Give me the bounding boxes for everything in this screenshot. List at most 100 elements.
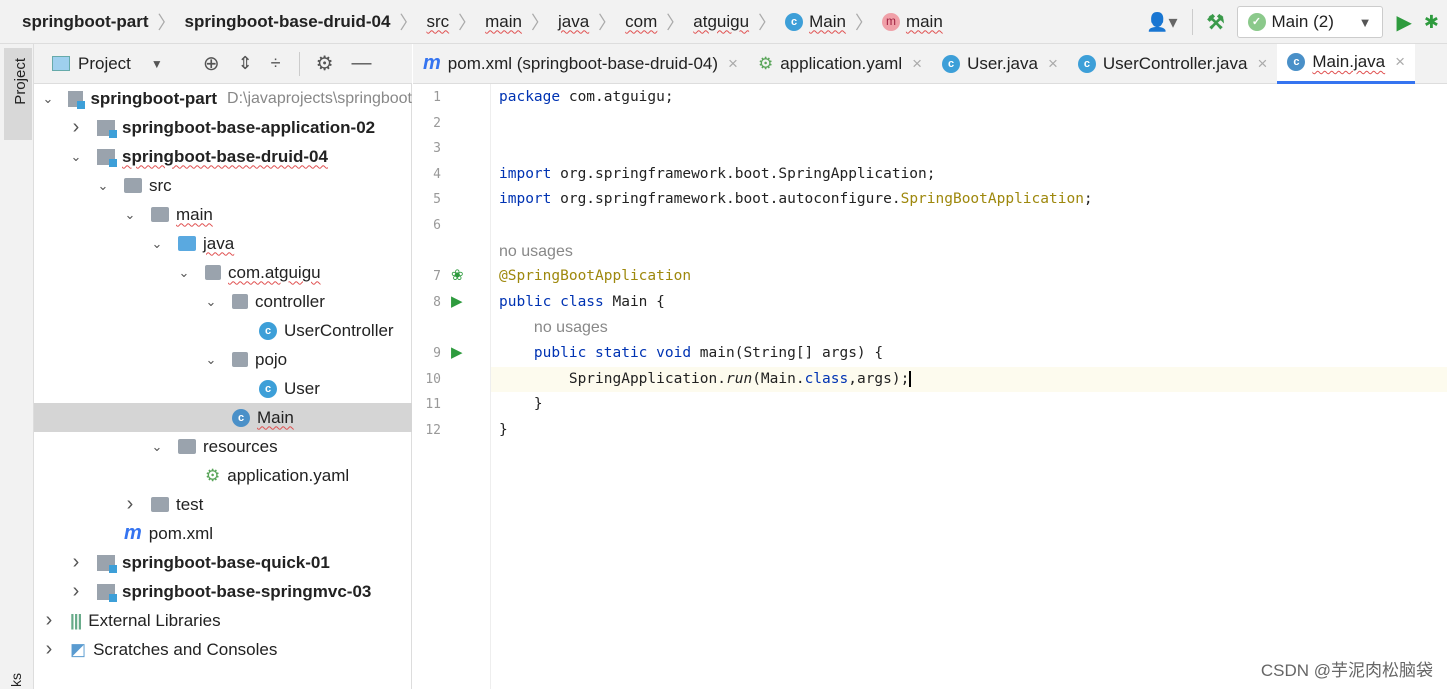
debug-icon[interactable]: ✱ [1424,12,1439,33]
scratches-icon: ◩ [70,639,87,659]
hammer-icon[interactable]: ⚒ [1207,10,1225,35]
tree-item[interactable]: ⌄ pojo [34,345,412,374]
separator: 〉 [157,12,176,33]
run-icon[interactable]: ▶ [1397,10,1412,35]
chevron-down-icon[interactable]: ⌄ [204,294,218,310]
editor-gutter: 1 2 3 4 5 6 7 ❀ 8 ▶ 9 ▶ 10 11 12 [413,84,491,689]
chevron-right-icon[interactable]: › [123,493,137,516]
breadcrumb-item[interactable]: atguigu [693,12,749,32]
tree-item-label: controller [255,291,325,311]
chevron-right-icon[interactable]: › [42,638,56,661]
tree-item[interactable]: m pom.xml [34,519,412,548]
chevron-down-icon[interactable]: ⌄ [96,178,110,194]
tree-item[interactable]: ⚙ application.yaml [34,461,412,490]
user-icon[interactable]: 👤▾ [1146,12,1177,33]
close-icon[interactable]: × [1395,52,1405,72]
minimize-icon[interactable]: — [352,52,372,75]
line-number: 2 [433,115,441,131]
tree-item[interactable]: ⌄ springboot-part D:\javaprojects\springbo… [34,84,412,113]
tab-user-java[interactable]: c User.java × [932,44,1068,84]
maven-icon: m [423,52,441,74]
tree-item-label: Scratches and Consoles [93,639,278,659]
collapse-all-icon[interactable]: ÷ [271,53,281,74]
tree-item[interactable]: › springboot-base-quick-01 [34,548,412,577]
tree-item[interactable]: › springboot-base-application-02 [34,113,412,142]
breadcrumb-item[interactable]: com [625,12,657,32]
package-icon [205,265,221,280]
tree-item[interactable]: › test [34,490,412,519]
breadcrumb-item[interactable]: m main [881,12,943,32]
project-view-select[interactable]: Project [78,54,131,74]
tree-item[interactable]: c User [34,374,412,403]
close-icon[interactable]: × [728,54,738,74]
bookmarks-tool-tab[interactable]: ks [8,673,24,687]
chevron-down-icon[interactable]: ⌄ [150,439,164,455]
chevron-down-icon[interactable]: ⌄ [177,265,191,281]
breadcrumb-item[interactable]: src [426,12,449,32]
run-gutter-icon[interactable]: ▶ [451,343,463,361]
tree-item[interactable]: ⌄ java [34,229,412,258]
code-editor[interactable]: package com.atguigu; import org.springfra… [491,84,1447,689]
tree-item-label: main [176,204,213,224]
breadcrumb-item[interactable]: springboot-base-druid-04 [185,12,391,32]
tab-application-yaml[interactable]: ⚙ application.yaml × [748,44,932,84]
module-icon [68,90,86,109]
class-icon: c [259,321,277,340]
tool-window-strip: Project ks [0,44,34,689]
chevron-right-icon[interactable]: › [69,580,83,603]
chevron-down-icon[interactable]: ▼ [151,57,163,71]
tree-item[interactable]: ⌄ com.atguigu [34,258,412,287]
tree-item[interactable]: ⌄ src [34,171,412,200]
tree-item[interactable]: ⌄ springboot-base-druid-04 [34,142,412,171]
run-config-select[interactable]: ✓ Main (2) ▼ [1236,6,1383,38]
gear-icon[interactable]: ⚙ [316,51,334,76]
spring-bean-icon[interactable]: ❀ [451,266,464,284]
editor-tabs: m pom.xml (springboot-base-druid-04) × ⚙ app… [413,43,1447,84]
chevron-down-icon[interactable]: ⌄ [69,149,83,165]
tab-main-java[interactable]: c Main.java × [1277,43,1416,84]
tree-item[interactable]: › ◩ Scratches and Consoles [34,635,412,664]
tab-pom-xml[interactable]: m pom.xml (springboot-base-druid-04) × [413,44,748,84]
code-line: } [499,421,508,438]
chevron-down-icon[interactable]: ⌄ [123,207,137,223]
line-number: 6 [433,218,441,233]
tree-item-label: src [149,175,172,195]
tab-usercontroller-java[interactable]: c UserController.java × [1068,44,1278,84]
tree-item-label: External Libraries [88,610,221,630]
tree-item[interactable]: › springboot-base-springmvc-03 [34,577,412,606]
folder-icon [178,439,196,454]
separator: 〉 [399,12,418,33]
tree-item-label: resources [203,436,278,456]
close-icon[interactable]: × [912,54,922,74]
tree-item[interactable]: c Main [34,403,412,432]
close-icon[interactable]: × [1048,54,1058,74]
chevron-right-icon[interactable]: › [69,551,83,574]
close-icon[interactable]: × [1257,54,1267,74]
tree-item[interactable]: ⌄ main [34,200,412,229]
class-icon: c [259,379,277,398]
run-gutter-icon[interactable]: ▶ [451,292,463,310]
chevron-down-icon[interactable]: ⌄ [204,352,218,368]
tree-item[interactable]: ⌄ controller [34,287,412,316]
tree-item[interactable]: ⌄ resources [34,432,412,461]
code-line: no usages [533,319,608,337]
maven-icon: m [124,522,142,544]
breadcrumb-item[interactable]: springboot-part [22,12,149,32]
tree-item[interactable]: c UserController [34,316,412,345]
chevron-right-icon[interactable]: › [69,116,83,139]
chevron-right-icon[interactable]: › [42,609,56,632]
breadcrumb: springboot-part 〉 springboot-base-druid-04… [22,9,943,35]
project-tool-tab[interactable]: Project [4,48,32,140]
breadcrumb-item[interactable]: c Main [785,12,846,32]
expand-all-icon[interactable]: ⇕ [238,53,253,74]
tree-item-label: com.atguigu [228,262,321,282]
tree-item-label: pom.xml [148,523,214,543]
breadcrumb-item[interactable]: main [485,12,522,32]
chevron-down-icon[interactable]: ⌄ [150,236,164,252]
tree-item[interactable]: › ||| External Libraries [34,606,412,635]
chevron-down-icon[interactable]: ⌄ [42,91,54,107]
breadcrumb-item[interactable]: java [558,12,589,32]
spring-boot-class-icon: c [1287,53,1306,71]
locate-icon[interactable]: ⊕ [203,51,220,76]
spring-boot-class-icon: c [232,408,250,427]
